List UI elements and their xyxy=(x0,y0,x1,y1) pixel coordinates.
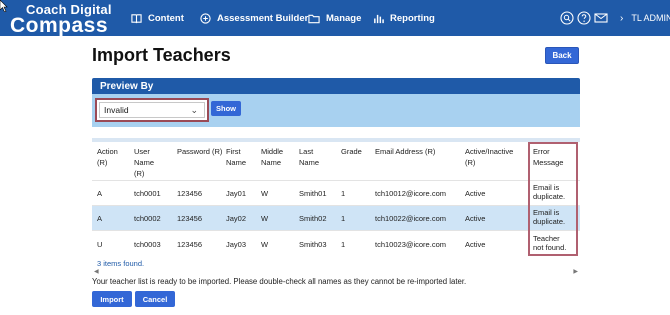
cell-middle-name: W xyxy=(261,240,269,249)
column-header-grade[interactable]: Grade xyxy=(341,146,362,157)
cell-password: 123456 xyxy=(177,189,203,198)
cell-middle-name: W xyxy=(261,189,269,198)
chevron-down-icon: ⌄ xyxy=(190,105,198,115)
table-row[interactable] xyxy=(92,230,580,255)
cell-grade: 1 xyxy=(341,214,346,223)
nav-item-label: Reporting xyxy=(390,12,435,24)
cell-grade: 1 xyxy=(341,189,346,198)
cell-email: tch10023@icore.com xyxy=(375,240,446,249)
nav-item-reporting[interactable]: Reporting xyxy=(373,0,435,36)
scroll-right-icon[interactable]: ▶ xyxy=(573,268,578,275)
page-title: Import Teachers xyxy=(92,45,231,65)
nav-item-content[interactable]: Content xyxy=(131,0,184,36)
cell-first-name: Jay03 xyxy=(226,240,247,249)
cell-first-name: Jay01 xyxy=(226,189,247,198)
nav-item-label: Manage xyxy=(326,12,362,24)
cell-email: tch10022@icore.com xyxy=(375,214,446,223)
cell-action: U xyxy=(97,240,103,249)
search-icon[interactable] xyxy=(560,11,574,25)
nav-item-manage[interactable]: Manage xyxy=(308,0,361,36)
cell-password: 123456 xyxy=(177,214,203,223)
show-button[interactable]: Show xyxy=(211,101,241,116)
preview-by-select[interactable]: Invalid ⌄ xyxy=(99,102,205,118)
cell-user-name: tch0001 xyxy=(134,189,161,198)
column-header-first-name[interactable]: First Name xyxy=(226,146,246,168)
cell-active: Active xyxy=(465,240,486,249)
column-header-active-inactive[interactable]: Active/Inactive (R) xyxy=(465,146,513,168)
items-count: 3 items found. xyxy=(97,259,145,268)
cell-last-name: Smith02 xyxy=(299,214,327,223)
mouse-cursor-icon xyxy=(0,0,8,12)
column-header-user-name[interactable]: User Name (R) xyxy=(134,146,154,179)
column-header-last-name[interactable]: Last Name xyxy=(299,146,319,168)
table-row-selected[interactable] xyxy=(92,205,580,230)
back-button[interactable]: Back xyxy=(545,47,579,64)
cell-email: tch10012@icore.com xyxy=(375,189,446,198)
column-header-action[interactable]: Action (R) xyxy=(97,146,118,168)
top-nav-bar: Coach Digital Compass Content Assessment… xyxy=(0,0,670,37)
cancel-button[interactable]: Cancel xyxy=(135,291,175,307)
preview-by-header: Preview By xyxy=(92,78,580,94)
cell-middle-name: W xyxy=(261,214,269,223)
import-notice: Your teacher list is ready to be importe… xyxy=(92,277,467,286)
help-icon[interactable] xyxy=(577,11,591,25)
error-column-highlight xyxy=(528,142,578,256)
preview-select-highlight: Invalid ⌄ xyxy=(95,98,209,122)
import-button[interactable]: Import xyxy=(92,291,132,307)
book-icon xyxy=(131,13,142,23)
nav-item-label: Content xyxy=(148,12,184,24)
plus-circle-icon xyxy=(200,12,211,24)
cell-last-name: Smith01 xyxy=(299,189,327,198)
cell-active: Active xyxy=(465,189,486,198)
logo-line2: Compass xyxy=(10,14,109,37)
nav-item-assessment-builder[interactable]: Assessment Builder xyxy=(200,0,308,36)
column-header-middle-name[interactable]: Middle Name xyxy=(261,146,283,168)
preview-by-select-value: Invalid xyxy=(104,105,129,115)
chevron-right-icon: › xyxy=(620,12,624,24)
user-menu[interactable]: › TL ADMIN xyxy=(620,0,670,36)
folder-icon xyxy=(308,14,320,23)
cell-user-name: tch0002 xyxy=(134,214,161,223)
cell-grade: 1 xyxy=(341,240,346,249)
cell-first-name: Jay02 xyxy=(226,214,247,223)
cell-action: A xyxy=(97,189,103,198)
cell-password: 123456 xyxy=(177,240,203,249)
nav-item-label: Assessment Builder xyxy=(217,12,309,24)
table-row[interactable] xyxy=(92,180,580,205)
cell-action: A xyxy=(97,214,103,223)
mail-icon[interactable] xyxy=(594,11,608,25)
column-header-password[interactable]: Password (R) xyxy=(177,146,222,157)
bar-chart-icon xyxy=(374,14,384,23)
cell-last-name: Smith03 xyxy=(299,240,327,249)
horizontal-scrollbar[interactable]: ◀ ▶ xyxy=(92,268,580,276)
user-name: TL ADMIN xyxy=(631,13,670,23)
cell-active: Active xyxy=(465,214,486,223)
scroll-left-icon[interactable]: ◀ xyxy=(94,268,99,275)
column-header-email[interactable]: Email Address (R) xyxy=(375,146,435,157)
logo[interactable]: Coach Digital Compass xyxy=(6,2,124,37)
cell-user-name: tch0003 xyxy=(134,240,161,249)
